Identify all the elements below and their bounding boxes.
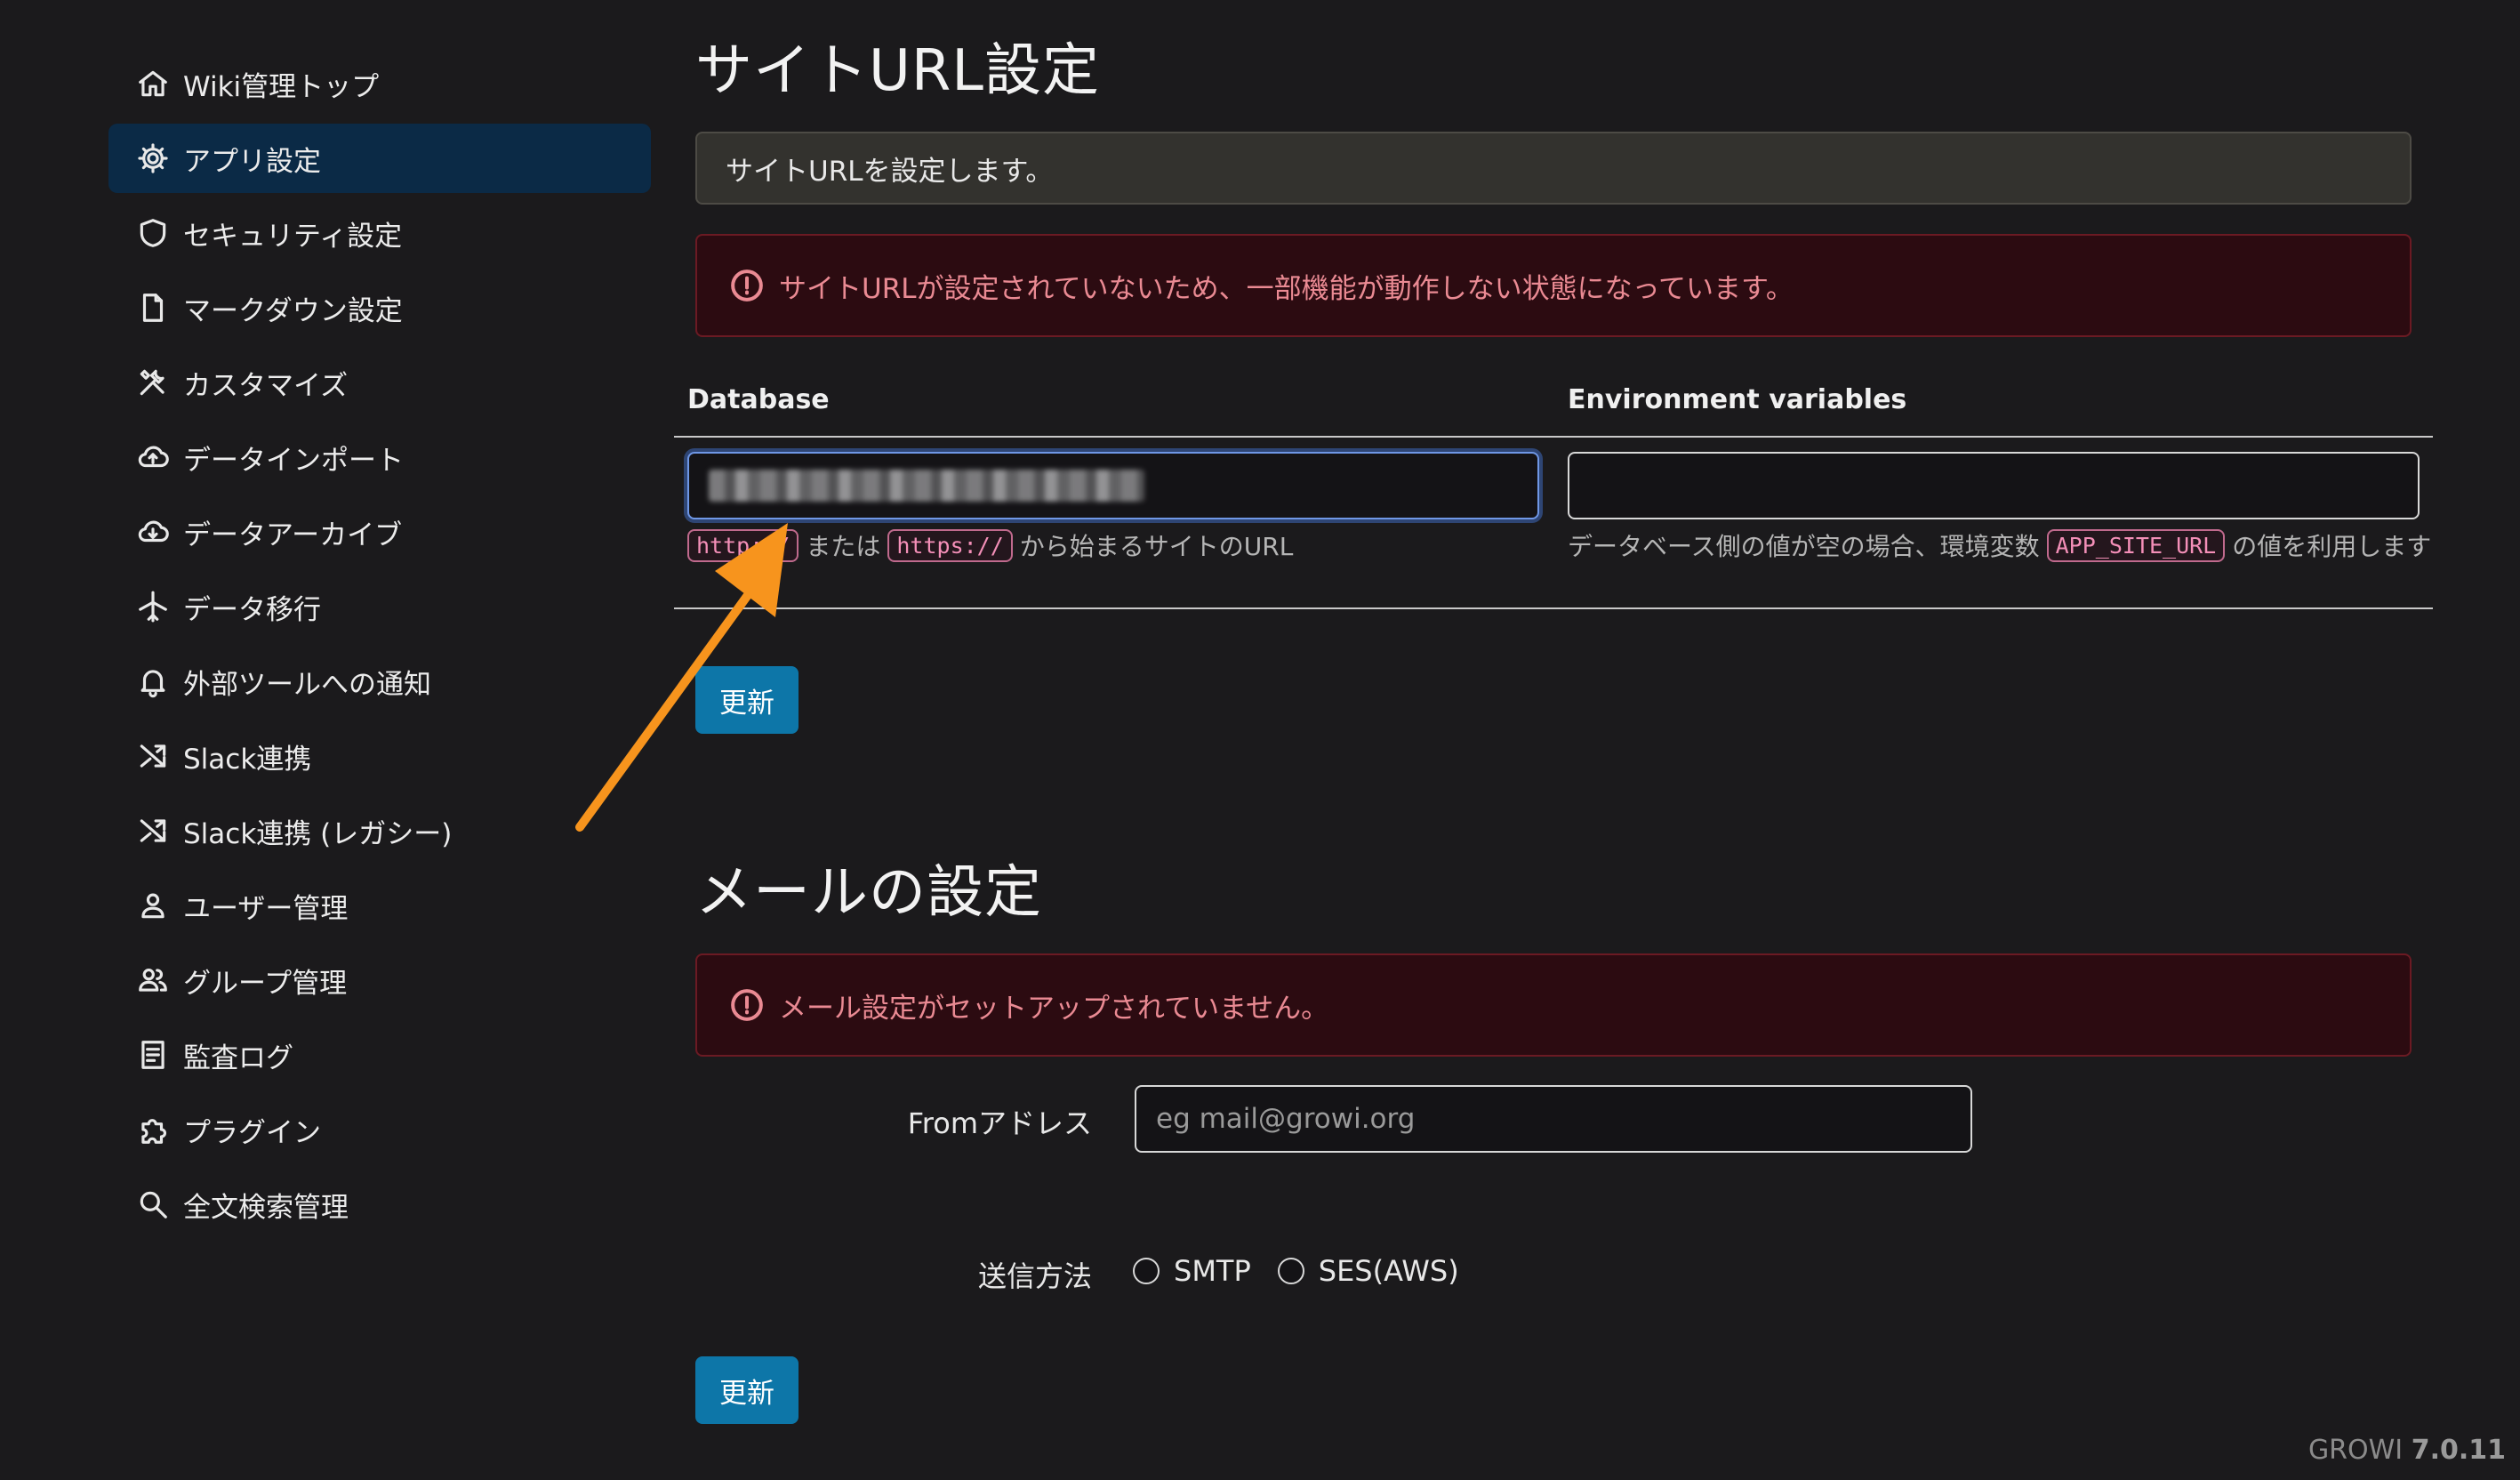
help-text-tail: から始まるサイトのURL — [1019, 532, 1294, 561]
group-icon — [135, 962, 171, 998]
sidebar-item-slack-legacy[interactable]: Slack連携 (レガシー) — [108, 796, 651, 865]
tools-icon — [135, 365, 171, 400]
site-url-info-text: サイトURLを設定します。 — [726, 155, 1054, 188]
help-text-mid: または — [806, 532, 881, 561]
sidebar-item-label: ユーザー管理 — [183, 892, 349, 925]
from-address-label: Fromアドレス — [907, 1106, 1092, 1140]
brand-name: GROWI — [2307, 1435, 2404, 1466]
sidebar-item-label: データインポート — [183, 444, 404, 477]
cloud-download-icon — [135, 514, 171, 550]
cloud-upload-icon — [135, 439, 171, 475]
sidebar-item-label: Slack連携 (レガシー) — [183, 817, 453, 850]
sidebar-item-security[interactable]: セキュリティ設定 — [108, 198, 651, 268]
sidebar-item-label: データアーカイブ — [183, 519, 403, 551]
sidebar-item-audit-log[interactable]: 監査ログ — [108, 1020, 651, 1090]
sidebar-item-label: データ移行 — [183, 593, 321, 626]
sidebar-item-notification[interactable]: 外部ツールへの通知 — [108, 647, 651, 716]
site-url-alert-text: サイトURLが設定されていないため、一部機能が動作しない状態になっています。 — [779, 272, 1794, 305]
site-url-env-help: データベース側の値が空の場合、環境変数 APP_SITE_URL の値を利用しま… — [1568, 527, 2431, 563]
table-divider — [674, 436, 2433, 438]
sidebar-item-data-migration[interactable]: データ移行 — [108, 572, 651, 641]
column-header-database: Database — [687, 384, 830, 415]
help-text-tail: の値を利用します — [2232, 532, 2432, 561]
mail-update-button[interactable]: 更新 — [695, 1356, 799, 1424]
site-url-alert: サイトURLが設定されていないため、一部機能が動作しない状態になっています。 — [695, 234, 2412, 337]
blurred-url-value — [709, 470, 1144, 502]
sidebar-item-plugins[interactable]: プラグイン — [108, 1095, 651, 1164]
column-header-env: Environment variables — [1568, 384, 1907, 415]
user-icon — [135, 888, 171, 923]
sidebar-item-label: 監査ログ — [183, 1042, 293, 1074]
sidebar-item-groups[interactable]: グループ管理 — [108, 945, 651, 1015]
sidebar-item-label: グループ管理 — [183, 967, 348, 1000]
site-url-env-input — [1568, 452, 2420, 519]
http-code: http:// — [687, 528, 799, 562]
https-code: https:// — [887, 528, 1013, 562]
mail-settings-title: メールの設定 — [695, 860, 1042, 926]
radio-circle-icon[interactable] — [1277, 1258, 1304, 1284]
sidebar-item-label: マークダウン設定 — [183, 294, 403, 327]
table-divider — [674, 607, 2433, 609]
sidebar-item-slack[interactable]: Slack連携 — [108, 721, 651, 791]
search-icon — [135, 1186, 171, 1222]
sidebar-item-app-settings[interactable]: アプリ設定 — [108, 124, 651, 193]
sidebar-item-users[interactable]: ユーザー管理 — [108, 871, 651, 940]
send-method-radio-group: SMTP SES(AWS) — [1133, 1254, 1486, 1288]
home-icon — [135, 66, 171, 101]
sidebar-item-label: アプリ設定 — [183, 145, 321, 178]
airplane-icon — [135, 589, 171, 624]
document-list-icon — [135, 1037, 171, 1073]
help-text-head: データベース側の値が空の場合、環境変数 — [1568, 532, 2040, 561]
radio-ses[interactable]: SES(AWS) — [1277, 1254, 1459, 1288]
version-label: GROWI 7.0.11 — [2308, 1435, 2506, 1466]
admin-sidebar: Wiki管理トップ アプリ設定 セキュリティ設定 マークダウン設定 カスタマイズ… — [108, 49, 651, 1244]
env-var-code: APP_SITE_URL — [2046, 528, 2226, 562]
radio-circle-icon[interactable] — [1133, 1258, 1160, 1284]
sidebar-item-label: 全文検索管理 — [183, 1191, 349, 1224]
mail-alert-text: メール設定がセットアップされていません。 — [779, 992, 1329, 1025]
exclamation-circle-icon — [729, 268, 765, 303]
gear-icon — [135, 141, 171, 176]
sidebar-item-data-import[interactable]: データインポート — [108, 422, 651, 492]
sidebar-item-label: セキュリティ設定 — [183, 220, 403, 253]
file-icon — [135, 290, 171, 326]
site-url-db-input[interactable] — [687, 452, 1539, 519]
radio-label: SMTP — [1174, 1254, 1251, 1288]
sidebar-item-customize[interactable]: カスタマイズ — [108, 348, 651, 417]
sidebar-item-label: カスタマイズ — [183, 369, 349, 402]
site-url-info: サイトURLを設定します。 — [695, 132, 2412, 205]
sidebar-item-data-archive[interactable]: データアーカイブ — [108, 497, 651, 567]
site-url-title: サイトURL設定 — [695, 38, 1100, 104]
bell-icon — [135, 664, 171, 699]
exclamation-circle-icon — [729, 987, 765, 1023]
send-method-label: 送信方法 — [977, 1259, 1092, 1293]
shuffle-icon — [135, 813, 171, 849]
sidebar-item-fulltext-search[interactable]: 全文検索管理 — [108, 1170, 651, 1239]
version-number: 7.0.11 — [2411, 1435, 2506, 1466]
sidebar-item-label: 外部ツールへの通知 — [183, 668, 431, 701]
sidebar-item-wiki-admin-top[interactable]: Wiki管理トップ — [108, 49, 651, 118]
sidebar-item-label: プラグイン — [183, 1116, 321, 1149]
shield-icon — [135, 215, 171, 251]
radio-label: SES(AWS) — [1318, 1254, 1459, 1288]
from-address-input[interactable]: eg mail@growi.org — [1135, 1085, 1972, 1153]
radio-smtp[interactable]: SMTP — [1133, 1254, 1251, 1288]
mail-alert: メール設定がセットアップされていません。 — [695, 953, 2412, 1057]
site-url-db-help: http:// または https:// から始まるサイトのURL — [687, 527, 1293, 563]
shuffle-icon — [135, 738, 171, 774]
puzzle-icon — [135, 1112, 171, 1147]
site-url-update-button[interactable]: 更新 — [695, 666, 799, 734]
sidebar-item-label: Slack連携 — [183, 743, 312, 776]
sidebar-item-markdown[interactable]: マークダウン設定 — [108, 273, 651, 342]
from-address-placeholder: eg mail@growi.org — [1156, 1103, 1416, 1135]
sidebar-item-label: Wiki管理トップ — [183, 70, 380, 103]
